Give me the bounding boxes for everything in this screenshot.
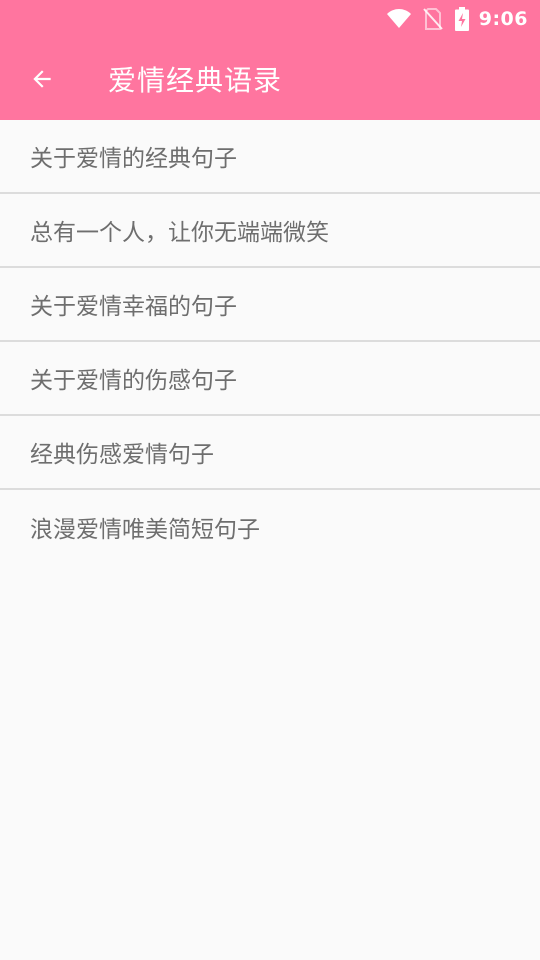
list-item[interactable]: 经典伤感爱情句子: [0, 416, 540, 490]
list-item-label: 关于爱情的伤感句子: [30, 368, 237, 394]
battery-charging-icon: [454, 7, 469, 31]
status-bar: 9:06: [0, 0, 540, 38]
page-title: 爱情经典语录: [108, 64, 283, 97]
list-item[interactable]: 浪漫爱情唯美简短句子: [0, 490, 540, 564]
list-item-label: 关于爱情的经典句子: [30, 146, 237, 172]
list-item-label: 经典伤感爱情句子: [30, 442, 214, 468]
arrow-back-icon: [33, 70, 51, 88]
list-item-label: 总有一个人，让你无端端微笑: [30, 220, 329, 246]
no-sim-icon: [422, 8, 443, 30]
status-time: 9:06: [478, 8, 528, 30]
list-item[interactable]: 总有一个人，让你无端端微笑: [0, 194, 540, 268]
quote-category-list: 关于爱情的经典句子 总有一个人，让你无端端微笑 关于爱情幸福的句子 关于爱情的伤…: [0, 120, 540, 564]
list-item-label: 浪漫爱情唯美简短句子: [30, 517, 260, 543]
list-item[interactable]: 关于爱情的经典句子: [0, 120, 540, 194]
list-item[interactable]: 关于爱情的伤感句子: [0, 342, 540, 416]
app-toolbar: 爱情经典语录: [0, 38, 540, 120]
wifi-icon: [386, 9, 411, 29]
list-item-label: 关于爱情幸福的句子: [30, 294, 237, 320]
list-item[interactable]: 关于爱情幸福的句子: [0, 268, 540, 342]
back-button[interactable]: [0, 38, 84, 120]
